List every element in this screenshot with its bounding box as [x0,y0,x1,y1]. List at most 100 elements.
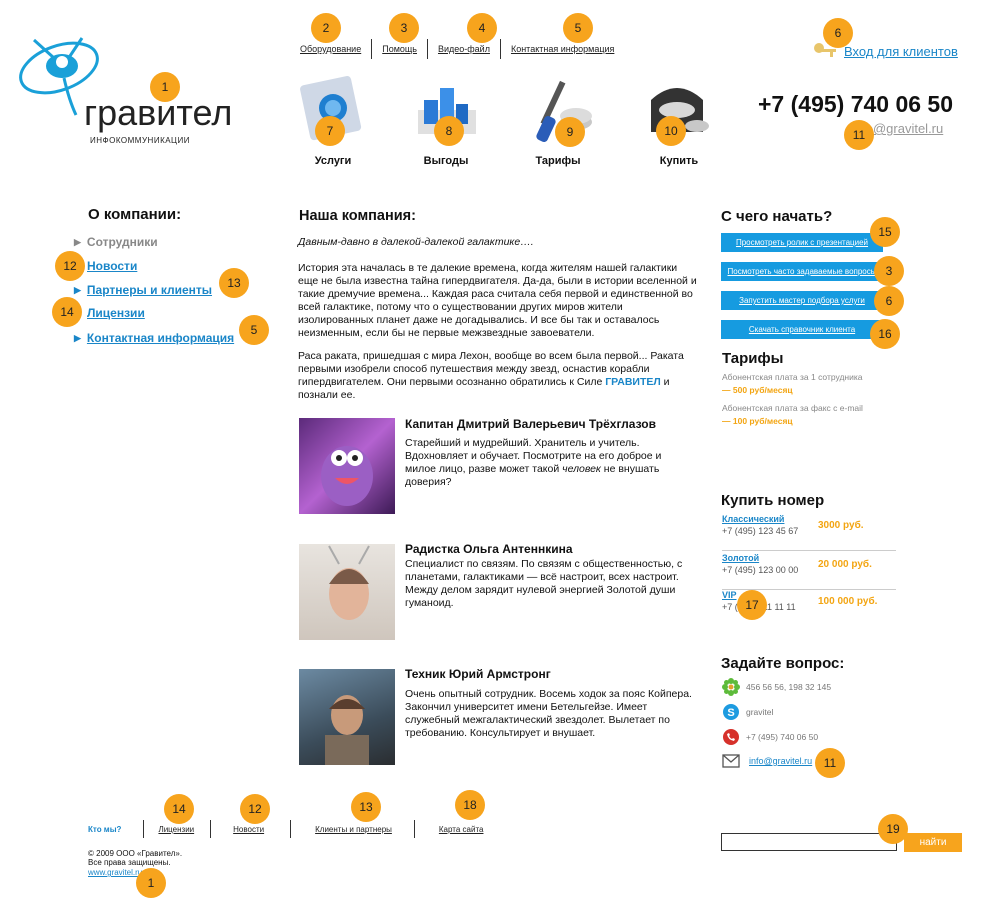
top-nav: Оборудование Помощь Видео-файл Контактна… [290,39,624,59]
nav-help[interactable]: Помощь [372,44,427,54]
annotation-badge: 11 [815,748,845,778]
annotation-badge: 7 [315,116,345,146]
arrow-right-icon: ▶ [74,284,81,295]
menu-item-licenses[interactable]: Лицензии [87,306,145,320]
page-title: Наша компания: [299,208,416,224]
icq-flower-icon [722,678,740,696]
logo[interactable]: гравител ИНФОКОММУНИКАЦИИ [14,30,254,160]
monster-image [321,446,373,506]
footer-who: Кто мы? [88,824,122,834]
download-guide-button[interactable]: Скачать справочник клиента [721,320,883,339]
person-text-em: человек [562,463,601,475]
annotation-badge: 17 [737,590,767,620]
phone-icon [723,729,739,745]
intro-text: Давным-давно в далекой-далекой галактике… [298,236,534,248]
annotation-badge: 3 [874,256,904,286]
svg-text:S: S [727,707,734,719]
contact-email[interactable]: info@gravitel.ru [722,754,812,768]
contact-icq-text: 456 56 56, 198 32 145 [746,682,832,692]
annotation-badge: 2 [311,13,341,43]
skype-icon: S [723,704,739,720]
contact-skype-text: gravitel [746,707,774,717]
buy-label: Купить [659,155,699,167]
search-input[interactable] [721,833,897,851]
footer-link-sitemap[interactable]: Карта сайта [415,825,484,834]
annotation-badge: 1 [150,72,180,102]
arrow-right-icon: ▶ [74,236,81,247]
nav-contacts[interactable]: Контактная информация [501,44,624,54]
annotation-badge: 19 [878,814,908,844]
faq-button[interactable]: Посмотреть часто задаваемые вопросы [721,262,883,281]
tariffs-title: Тарифы [722,350,784,367]
menu-item-partners[interactable]: ▶ Партнеры и клиенты [74,283,212,297]
search-button[interactable]: найти [904,833,962,852]
nav-equipment[interactable]: Оборудование [290,44,371,54]
logo-tagline: ИНФОКОММУНИКАЦИИ [90,136,190,145]
annotation-badge: 5 [563,13,593,43]
menu-item-news-label[interactable]: Новости [87,259,137,273]
annotation-badge: 6 [823,18,853,48]
footer-site-link[interactable]: www.gravitel.ru [88,868,142,877]
menu-item-contacts-label[interactable]: Контактная информация [87,331,234,345]
tariff-price-2: — 100 руб/месяц [722,416,793,426]
annotation-badge: 12 [240,794,270,824]
person-photo-radio-operator [299,544,395,640]
menu-item-staff[interactable]: ▶ Сотрудники [74,235,158,249]
footer-link-news[interactable]: Новости [211,825,290,834]
annotation-badge: 11 [844,120,874,150]
annotation-badge: 9 [555,117,585,147]
number-row: Золотой +7 (495) 123 00 00 20 000 руб. [722,553,896,590]
annotation-badge: 13 [351,792,381,822]
person-text-radio-operator: Специалист по связям. По связям с общест… [405,558,683,609]
annotation-badge: 14 [52,297,82,327]
menu-item-news[interactable]: Новости [87,259,137,273]
menu-item-staff-label: Сотрудники [86,235,158,249]
brand-name: ГРАВИТЕЛ [605,376,661,388]
annotation-badge: 3 [389,13,419,43]
menu-item-partners-label[interactable]: Партнеры и клиенты [87,283,212,297]
tariff-label-2: Абонентская плата за факс с e-mail [722,403,863,413]
contact-skype[interactable]: S gravitel [722,703,773,721]
nav-video[interactable]: Видео-файл [428,44,500,54]
tariff-label-1: Абонентская плата за 1 сотрудника [722,372,863,382]
number-price: 3000 руб. [818,520,864,531]
footer-link-licenses[interactable]: Лицензии [144,825,210,834]
ask-question-title: Задайте вопрос: [721,655,845,672]
number-value: +7 (495) 123 45 67 [722,526,799,536]
annotation-badge: 6 [874,286,904,316]
annotation-badge: 8 [434,116,464,146]
services-label: Услуги [314,155,352,167]
annotation-badge: 4 [467,13,497,43]
buy-number-title: Купить номер [721,492,825,509]
menu-item-licenses-label[interactable]: Лицензии [87,306,145,320]
annotation-badge: 13 [219,268,249,298]
menu-item-contacts[interactable]: ▶ Контактная информация [74,331,234,345]
footer-copyright: © 2009 ООО «Гравител». [88,849,183,858]
client-login-link[interactable]: Вход для клиентов [844,44,958,59]
woman-image [328,545,370,620]
annotation-badge: 14 [164,794,194,824]
header-phone: +7 (495) 740 06 50 [758,91,954,117]
footer-link-clients[interactable]: Клиенты и партнеры [291,825,414,834]
man-image [325,695,369,765]
person-name-captain: Капитан Дмитрий Валерьевич Трёхглазов [405,417,656,431]
person-photo-captain [299,418,395,514]
person-name-radio-operator: Радистка Ольга Антеннкина [405,542,573,556]
tariffs-icon-block[interactable]: Тарифы [508,70,608,170]
person-text-captain: Старейший и мудрейший. Хранитель и учите… [405,437,695,489]
arrow-right-icon: ▶ [74,332,81,343]
person-text-technician: Очень опытный сотрудник. Восемь ходок за… [405,688,692,739]
annotation-badge: 15 [870,217,900,247]
envelope-icon [722,754,740,768]
watch-presentation-button[interactable]: Просмотреть ролик с презентацией [721,233,883,252]
contact-icq[interactable]: 456 56 56, 198 32 145 [722,678,831,696]
start-title: С чего начать? [721,208,833,225]
contact-phone[interactable]: +7 (495) 740 06 50 [722,728,818,746]
contact-email-link[interactable]: info@gravitel.ru [749,756,812,766]
number-type[interactable]: Классический [722,514,896,524]
number-price: 100 000 руб. [818,596,878,607]
annotation-badge: 5 [239,315,269,345]
annotation-badge: 1 [136,868,166,898]
story-paragraph-1: История эта началась в те далекие времен… [298,262,697,339]
service-wizard-button[interactable]: Запустить мастер подбора услуги [721,291,883,310]
